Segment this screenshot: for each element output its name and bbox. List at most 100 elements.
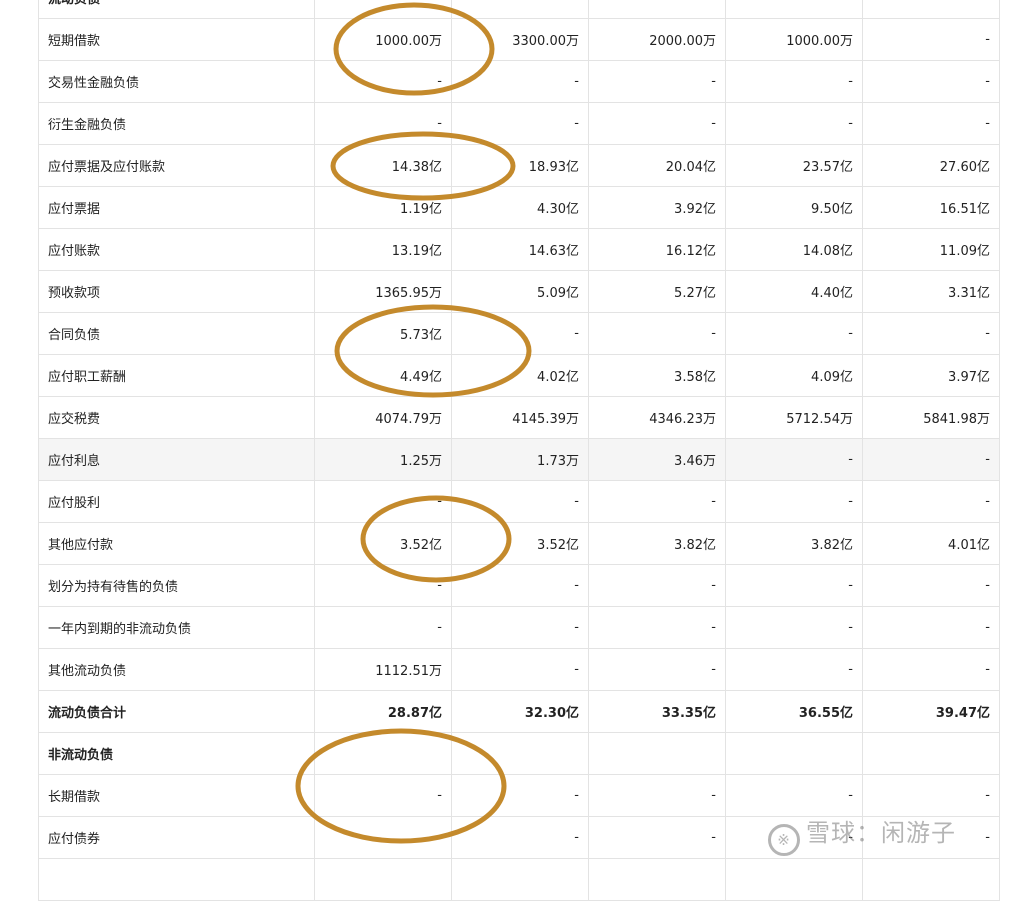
table-cell: 1365.95万 (314, 270, 452, 313)
table-cell: - (451, 480, 589, 523)
table-cell: 1.25万 (314, 438, 452, 481)
table-row (38, 858, 1000, 901)
table-cell (725, 732, 863, 775)
table-row: 交易性金融负债 - - - - - (38, 60, 1000, 103)
table-cell: 3.52亿 (451, 522, 589, 565)
row-label: 长期借款 (38, 774, 315, 817)
row-label: 交易性金融负债 (38, 60, 315, 103)
table-cell: 5.73亿 (314, 312, 452, 355)
table-cell (588, 858, 726, 901)
row-label: 应付职工薪酬 (38, 354, 315, 397)
table-row: 一年内到期的非流动负债 - - - - - (38, 606, 1000, 649)
table-cell: 4.40亿 (725, 270, 863, 313)
table-cell: - (725, 102, 863, 145)
table-cell: 14.63亿 (451, 228, 589, 271)
watermark-text: 雪球：闲游子 (806, 819, 956, 847)
table-cell: - (451, 60, 589, 103)
table-cell: - (451, 648, 589, 691)
row-label: 其他流动负债 (38, 648, 315, 691)
table-cell (862, 732, 1000, 775)
table-cell: - (588, 648, 726, 691)
table-cell: - (451, 564, 589, 607)
table-cell: 4.09亿 (725, 354, 863, 397)
table-cell (451, 732, 589, 775)
row-label: 非流动负债 (38, 732, 315, 775)
row-label: 应付票据 (38, 186, 315, 229)
table-cell: - (314, 606, 452, 649)
table-cell: 28.87亿 (314, 690, 452, 733)
table-cell: 3.97亿 (862, 354, 1000, 397)
table-row: 应付股利 - - - - - (38, 480, 1000, 523)
table-cell: 27.60亿 (862, 144, 1000, 187)
row-label: 应付账款 (38, 228, 315, 271)
row-label: 衍生金融负债 (38, 102, 315, 145)
table-cell: - (862, 60, 1000, 103)
table-cell (862, 0, 1000, 19)
table-row: 衍生金融负债 - - - - - (38, 102, 1000, 145)
table-cell: 14.38亿 (314, 144, 452, 187)
table-cell: 4145.39万 (451, 396, 589, 439)
table-cell: - (314, 816, 452, 859)
table-cell: - (314, 564, 452, 607)
table-cell: - (588, 312, 726, 355)
row-label: 应付债券 (38, 816, 315, 859)
table-cell: - (725, 60, 863, 103)
table-cell: 18.93亿 (451, 144, 589, 187)
table-cell (588, 732, 726, 775)
table-cell: 11.09亿 (862, 228, 1000, 271)
row-label: 应付股利 (38, 480, 315, 523)
table-cell: 3.46万 (588, 438, 726, 481)
table-row: 其他流动负债 1112.51万 - - - - (38, 648, 1000, 691)
table-cell: 4074.79万 (314, 396, 452, 439)
table-row: 合同负债 5.73亿 - - - - (38, 312, 1000, 355)
table-cell (862, 858, 1000, 901)
table-row: 流动负债 (38, 0, 1000, 19)
table-cell: 1.19亿 (314, 186, 452, 229)
table-cell: - (862, 18, 1000, 61)
table-cell: 5.09亿 (451, 270, 589, 313)
table-cell: - (862, 564, 1000, 607)
table-cell: 4.02亿 (451, 354, 589, 397)
xueqiu-logo-icon: ※ (768, 824, 800, 856)
table-cell: 3.92亿 (588, 186, 726, 229)
table-cell: 16.12亿 (588, 228, 726, 271)
table-cell: 3.31亿 (862, 270, 1000, 313)
table-row: 应付利息 1.25万 1.73万 3.46万 - - (38, 438, 1000, 481)
table-row: 短期借款 1000.00万 3300.00万 2000.00万 1000.00万 - (38, 18, 1000, 61)
table-cell: - (588, 60, 726, 103)
table-cell: 3300.00万 (451, 18, 589, 61)
table-cell: - (588, 606, 726, 649)
table-cell: - (451, 774, 589, 817)
table-cell: 4346.23万 (588, 396, 726, 439)
table-cell: - (314, 774, 452, 817)
table-cell: 1000.00万 (725, 18, 863, 61)
row-label: 预收款项 (38, 270, 315, 313)
table-cell: 1.73万 (451, 438, 589, 481)
row-label: 其他应付款 (38, 522, 315, 565)
balance-sheet: 流动负债短期借款1000.00万3300.00万2000.00万1000.00万… (38, 0, 1000, 901)
table-row: 划分为持有待售的负债 - - - - - (38, 564, 1000, 607)
table-cell: 3.52亿 (314, 522, 452, 565)
row-label: 划分为持有待售的负债 (38, 564, 315, 607)
table-cell: - (588, 102, 726, 145)
table-cell: - (725, 606, 863, 649)
table-row: 应交税费 4074.79万 4145.39万 4346.23万 5712.54万 5841… (38, 396, 1000, 439)
table-cell: 39.47亿 (862, 690, 1000, 733)
table-cell: 9.50亿 (725, 186, 863, 229)
table-cell: - (314, 102, 452, 145)
liabilities-table: 流动负债短期借款1000.00万3300.00万2000.00万1000.00万… (38, 0, 1000, 901)
table-cell: 4.30亿 (451, 186, 589, 229)
table-cell (725, 0, 863, 19)
table-cell: 4.01亿 (862, 522, 1000, 565)
table-row: 其他应付款 3.52亿 3.52亿 3.82亿 3.82亿 4.01亿 (38, 522, 1000, 565)
table-cell: - (314, 480, 452, 523)
row-label: 流动负债合计 (38, 690, 315, 733)
table-cell: - (862, 438, 1000, 481)
table-cell: 13.19亿 (314, 228, 452, 271)
table-row: 预收款项 1365.95万 5.09亿 5.27亿 4.40亿 3.31亿 (38, 270, 1000, 313)
table-cell: 23.57亿 (725, 144, 863, 187)
table-cell: 16.51亿 (862, 186, 1000, 229)
table-row: 应付职工薪酬 4.49亿 4.02亿 3.58亿 4.09亿 3.97亿 (38, 354, 1000, 397)
table-cell (314, 858, 452, 901)
table-cell: - (862, 312, 1000, 355)
